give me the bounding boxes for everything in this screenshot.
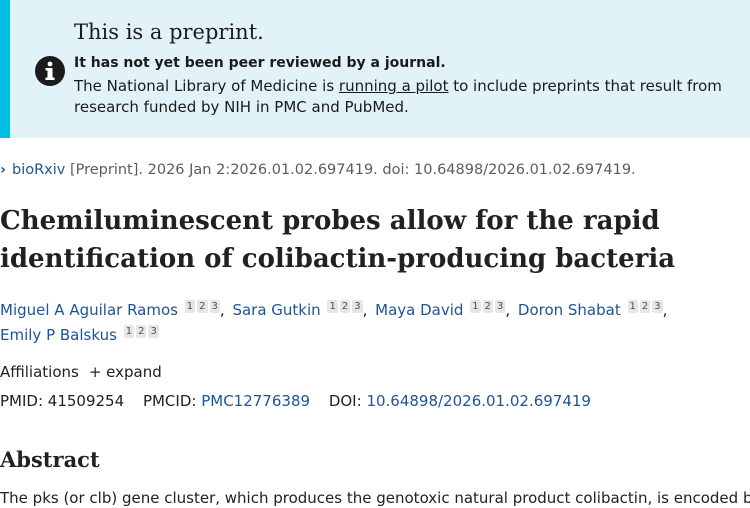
affiliations-expand-button[interactable]: + expand [89, 363, 162, 381]
authors-list: Miguel A Aguilar Ramos 123, Sara Gutkin … [0, 298, 740, 348]
pmcid-label: PMCID: [142, 392, 197, 410]
banner-heading: It has not yet been peer reviewed by a j… [74, 55, 446, 71]
article-title: Chemiluminescent probes allow for the ra… [0, 206, 676, 274]
journal-link[interactable]: bioRxiv [12, 162, 65, 178]
affiliation-ref[interactable]: 3 [209, 300, 220, 313]
affiliation-ref[interactable]: 3 [494, 300, 506, 313]
affiliation-ref[interactable]: 1 [470, 300, 481, 313]
affiliation-ref[interactable]: 1 [123, 325, 135, 338]
affiliation-ref[interactable]: 1 [627, 300, 638, 313]
author-separator: , [662, 301, 668, 319]
author-link[interactable]: Sara Gutkin [232, 301, 320, 319]
pmid-label: PMID: [0, 392, 44, 410]
affiliation-ref[interactable]: 2 [339, 300, 351, 313]
citation-line: › bioRxiv [Preprint]. 2026 Jan 2:2026.01.… [0, 162, 636, 178]
author-link[interactable]: Doron Shabat [518, 301, 621, 319]
author-link[interactable]: Emily P Balskus [0, 326, 117, 344]
identifiers-row: PMID: 41509254 PMCID: PMC12776389 DOI: 1… [0, 392, 591, 410]
pmid-value: 41509254 [47, 392, 125, 410]
author-link[interactable]: Maya David [375, 301, 463, 319]
affiliation-ref[interactable]: 2 [197, 300, 208, 313]
pmcid-link[interactable]: PMC12776389 [201, 392, 310, 410]
author-link[interactable]: Miguel A Aguilar Ramos [0, 301, 178, 319]
info-icon [35, 56, 65, 86]
affiliation-ref[interactable]: 3 [652, 300, 663, 313]
abstract-text: The pks (or clb) gene cluster, which pro… [0, 489, 750, 507]
doi-label: DOI: [328, 392, 362, 410]
author-separator: , [505, 301, 511, 319]
doi-link[interactable]: 10.64898/2026.01.02.697419 [366, 392, 591, 410]
author-separator: , [219, 301, 225, 319]
citation-details: [Preprint]. 2026 Jan 2:2026.01.02.697419… [65, 162, 636, 178]
banner-text-before: The National Library of Medicine is [74, 77, 339, 95]
affiliations-label: Affiliations [0, 363, 79, 381]
affiliation-ref[interactable]: 2 [136, 325, 147, 338]
affiliation-ref[interactable]: 3 [148, 325, 159, 338]
affiliations-row: Affiliations + expand [0, 363, 162, 381]
preprint-notice-banner: This is a preprint. It has not yet been … [0, 0, 750, 138]
banner-title: This is a preprint. [74, 20, 264, 44]
abstract-heading: Abstract [0, 447, 100, 472]
banner-text: The National Library of Medicine is runn… [74, 76, 734, 118]
affiliation-ref[interactable]: 3 [352, 300, 363, 313]
running-a-pilot-link[interactable]: running a pilot [339, 77, 449, 95]
author-separator: , [362, 301, 368, 319]
affiliation-ref[interactable]: 1 [184, 300, 196, 313]
affiliation-ref[interactable]: 1 [327, 300, 338, 313]
affiliation-ref[interactable]: 2 [639, 300, 651, 313]
chevron-right-icon: › [0, 162, 6, 178]
affiliation-ref[interactable]: 2 [482, 300, 493, 313]
